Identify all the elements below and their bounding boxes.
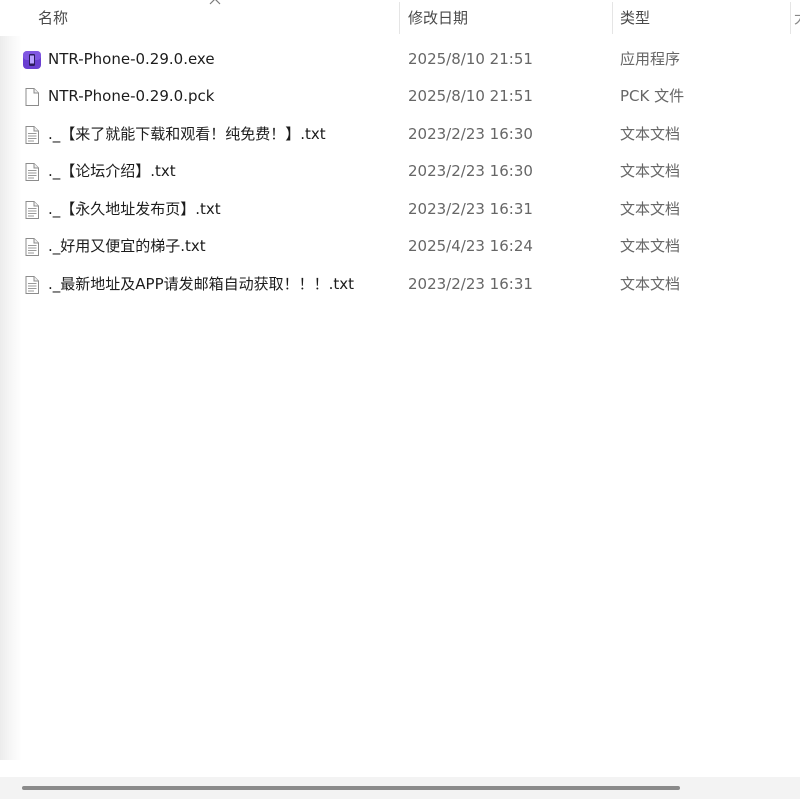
file-date-modified: 2023/2/23 16:31	[408, 200, 533, 218]
file-type: 文本文档	[620, 237, 681, 255]
file-row[interactable]: ._【来了就能下载和观看！纯免费！】.txt 2023/2/23 16:30 文…	[0, 116, 800, 153]
file-type: 文本文档	[620, 162, 681, 180]
horizontal-scrollbar[interactable]	[0, 777, 800, 799]
file-type: 文本文档	[620, 125, 681, 143]
file-row[interactable]: NTR-Phone-0.29.0.exe 2025/8/10 21:51 应用程…	[0, 41, 800, 78]
text-file-icon	[25, 126, 39, 144]
column-divider[interactable]	[790, 2, 791, 34]
file-date-modified: 2023/2/23 16:31	[408, 275, 533, 293]
file-name: ._【来了就能下载和观看！纯免费！】.txt	[48, 125, 326, 143]
sort-ascending-icon	[209, 0, 221, 5]
file-type: 应用程序	[620, 50, 681, 68]
file-date-modified: 2025/8/10 21:51	[408, 50, 533, 68]
file-date-modified: 2023/2/23 16:30	[408, 162, 533, 180]
text-file-icon	[25, 238, 39, 256]
blank-file-icon	[25, 88, 39, 106]
horizontal-scrollbar-thumb[interactable]	[22, 786, 680, 790]
file-name: ._【永久地址发布页】.txt	[48, 200, 221, 218]
column-header-type[interactable]: 类型	[620, 0, 650, 36]
file-row[interactable]: ._【永久地址发布页】.txt 2023/2/23 16:31 文本文档	[0, 191, 800, 228]
column-header-date-modified[interactable]: 修改日期	[408, 0, 468, 36]
file-type: PCK 文件	[620, 87, 685, 105]
file-date-modified: 2023/2/23 16:30	[408, 125, 533, 143]
column-divider[interactable]	[399, 2, 400, 34]
column-divider[interactable]	[612, 2, 613, 34]
app-icon	[23, 51, 41, 69]
file-type: 文本文档	[620, 200, 681, 218]
column-header-name[interactable]: 名称	[38, 0, 68, 36]
text-file-icon	[25, 201, 39, 219]
text-file-icon	[25, 163, 39, 181]
file-row[interactable]: ._好用又便宜的梯子.txt 2025/4/23 16:24 文本文档	[0, 228, 800, 265]
file-date-modified: 2025/4/23 16:24	[408, 237, 533, 255]
file-row[interactable]: ._【论坛介绍】.txt 2023/2/23 16:30 文本文档	[0, 153, 800, 190]
file-row[interactable]: NTR-Phone-0.29.0.pck 2025/8/10 21:51 PCK…	[0, 78, 800, 115]
file-row[interactable]: ._最新地址及APP请发邮箱自动获取！！！.txt 2023/2/23 16:3…	[0, 266, 800, 303]
file-name: ._【论坛介绍】.txt	[48, 162, 176, 180]
column-header-size[interactable]: 大	[794, 0, 800, 36]
file-date-modified: 2025/8/10 21:51	[408, 87, 533, 105]
file-name: ._最新地址及APP请发邮箱自动获取！！！.txt	[48, 275, 355, 293]
file-type: 文本文档	[620, 275, 681, 293]
file-name: NTR-Phone-0.29.0.pck	[48, 87, 215, 105]
text-file-icon	[25, 276, 39, 294]
file-name: NTR-Phone-0.29.0.exe	[48, 50, 215, 68]
column-header-bar: 名称 修改日期 类型 大	[0, 0, 800, 36]
file-name: ._好用又便宜的梯子.txt	[48, 237, 206, 255]
